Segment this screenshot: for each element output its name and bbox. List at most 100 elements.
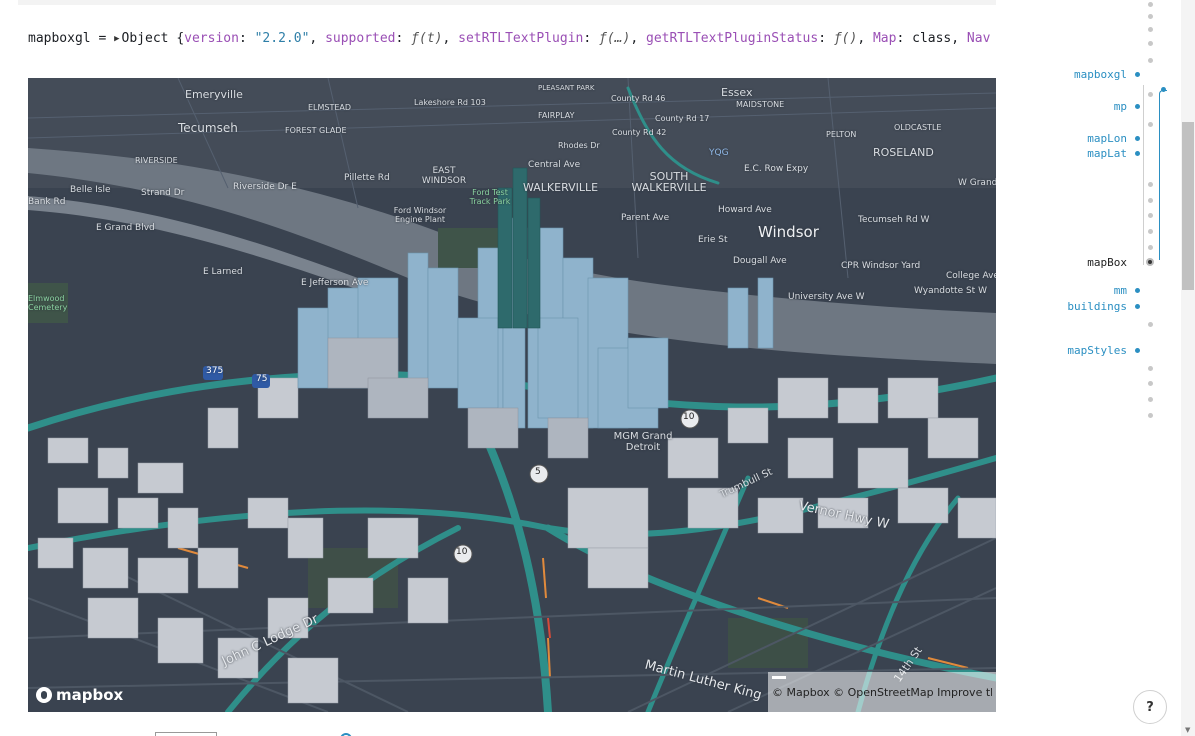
minimap-cell-dot[interactable] (1148, 397, 1153, 402)
map-label-county-rd-17: County Rd 17 (655, 114, 710, 123)
minimap-cell-dot[interactable] (1148, 182, 1153, 187)
previous-cell-output (18, 0, 996, 5)
expand-triangle-icon[interactable]: ▶ (114, 30, 119, 48)
map-label-yqg: YQG (709, 148, 729, 158)
map-label-pleasant-park: PLEASANT PARK (538, 84, 595, 92)
map-label-bank-rd: Bank Rd (28, 197, 66, 207)
mapbox-logo-icon (36, 687, 52, 703)
map-label-belle-isle: Belle Isle (70, 185, 111, 195)
attribution-toggle[interactable] (772, 676, 786, 679)
property-key: Map (872, 31, 897, 46)
shield-10a-label: 10 (683, 412, 695, 422)
map-label-fairplay: FAIRPLAY (538, 111, 575, 120)
separator: , (630, 31, 646, 46)
minimap-cell-dot[interactable] (1148, 366, 1153, 371)
minimap-var-label[interactable]: mapStyles (1067, 344, 1127, 357)
cell-inspector-line[interactable]: mapboxgl = ▶ Object {version: "2.2.0", su… (28, 30, 996, 48)
colon: : (238, 31, 255, 46)
minimap-cell-dot[interactable] (1148, 229, 1153, 234)
property-value: class (912, 31, 952, 46)
property-value: "2.2.0" (254, 31, 310, 46)
minimap-var-label[interactable]: mapBox (1087, 256, 1127, 269)
minimap-track (1143, 85, 1144, 265)
minimap-var-dot[interactable] (1146, 258, 1154, 266)
map-label-dougall: Dougall Ave (733, 256, 787, 266)
map-label-mgm: MGM Grand Detroit (613, 431, 673, 453)
minimap-var-label[interactable]: mp (1114, 100, 1127, 113)
map-label-pelton: PELTON (826, 130, 857, 139)
minimap-cell-dot[interactable] (1148, 122, 1153, 127)
shield-5-label: 5 (535, 467, 541, 477)
minimap-var-dot[interactable] (1135, 348, 1140, 353)
separator: , (442, 31, 459, 46)
colon: : (583, 31, 600, 46)
mapbox-logo[interactable]: mapbox (36, 686, 123, 704)
minimap-cell-dot[interactable] (1148, 213, 1153, 218)
property-key: setRTLTextPlugin (458, 31, 584, 46)
minimap-var-dot[interactable] (1135, 151, 1140, 156)
minimap-var-label[interactable]: mm (1114, 284, 1127, 297)
map-label-rhodes-dr: Rhodes Dr (558, 141, 600, 150)
property-value: ƒ() (833, 31, 858, 46)
map-label-pillette: Pillette Rd (344, 173, 390, 183)
minimap-cell-dot[interactable] (1148, 381, 1153, 386)
help-button[interactable]: ? (1133, 690, 1167, 724)
property-key: supported (325, 31, 396, 46)
object-type: Object (121, 31, 169, 46)
map-label-e-grand-blvd: E Grand Blvd (96, 223, 155, 233)
minimap-cell-dot[interactable] (1148, 198, 1153, 203)
minimap-cell-dot[interactable] (1148, 27, 1153, 32)
dependency-bracket (1159, 90, 1167, 260)
property-value: ƒ(t) (411, 31, 443, 46)
minimap-var-dot[interactable] (1135, 304, 1140, 309)
minimap-cell-dot[interactable] (1148, 2, 1153, 7)
attribution-text[interactable]: © Mapbox © OpenStreetMap Improve this (772, 686, 992, 699)
minimap-var-dot[interactable] (1135, 288, 1140, 293)
map-label-forest-glade: FOREST GLADE (285, 126, 347, 135)
map-label-east-windsor: EAST WINDSOR (421, 166, 467, 186)
separator: , (857, 31, 873, 46)
page-scrollbar[interactable]: ▼ (1181, 0, 1195, 736)
colon: : (395, 31, 412, 46)
minimap-var-dot[interactable] (1135, 136, 1140, 141)
minimap-cell-dot[interactable] (1148, 413, 1153, 418)
scrollbar-thumb[interactable] (1182, 122, 1194, 290)
minimap-cell-dot[interactable] (1148, 322, 1153, 327)
map-label-erie-st: Erie St (698, 235, 728, 245)
separator: , (951, 31, 967, 46)
minimap-cell-dot[interactable] (1148, 41, 1153, 46)
minimap-cell-dot[interactable] (1148, 58, 1153, 63)
map-label-w-grand: W Grand B (958, 178, 996, 188)
minimap-cell-dot[interactable] (1148, 92, 1153, 97)
next-cell-input-fragment (155, 732, 217, 736)
map-label-university: University Ave W (788, 292, 865, 302)
variable-name: mapboxgl (28, 31, 91, 46)
minimap-var-label[interactable]: mapLon (1087, 132, 1127, 145)
map-label-college-ave: College Ave (946, 271, 996, 281)
minimap-var-label[interactable]: mapLat (1087, 147, 1127, 160)
minimap-cell-dot[interactable] (1148, 245, 1153, 250)
property-key: getRTLTextPluginStatus (646, 31, 819, 46)
map-attribution[interactable]: © Mapbox © OpenStreetMap Improve this (768, 672, 996, 712)
map-label-south-walkerville: SOUTH WALKERVILLE (631, 170, 707, 194)
mapbox-logo-text: mapbox (56, 686, 124, 704)
map-label-central-ave: Central Ave (528, 160, 581, 170)
map-label-howard-ave: Howard Ave (718, 205, 772, 215)
colon: : (896, 31, 913, 46)
minimap-var-dot[interactable] (1135, 72, 1140, 77)
map-label-tecumseh: Tecumseh (178, 121, 238, 135)
separator: , (309, 31, 326, 46)
property-value: ƒ(…) (599, 31, 631, 46)
minimap-var-label[interactable]: buildings (1067, 300, 1127, 313)
map-label-wyandotte: Wyandotte St W (914, 286, 987, 296)
map-canvas[interactable]: 375 75 10 5 10 Emeryville Essex Tecumseh… (28, 78, 996, 712)
map-label-e-larned: E Larned (203, 267, 243, 277)
minimap-var-label[interactable]: mapboxgl (1074, 68, 1127, 81)
map-label-windsor: Windsor (758, 223, 819, 241)
minimap-cell-dot[interactable] (1148, 14, 1153, 19)
map-graphic (28, 78, 996, 712)
scroll-down-arrow-icon[interactable]: ▼ (1185, 726, 1190, 734)
map-label-county-rd-46: County Rd 46 (611, 94, 666, 103)
minimap-var-dot[interactable] (1135, 104, 1140, 109)
map-label-riverside: RIVERSIDE (135, 156, 178, 165)
